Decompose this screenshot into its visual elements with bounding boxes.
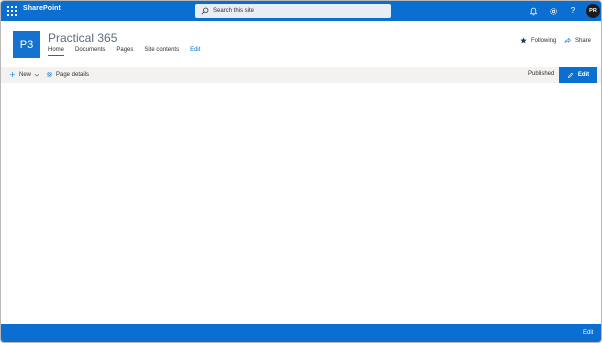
share-icon [564,38,571,43]
bell-icon[interactable] [527,5,539,17]
bottom-bar: Edit [1,324,601,342]
star-icon [520,37,527,44]
nav-item-documents[interactable]: Documents [75,46,105,58]
nav-item-home[interactable]: Home [48,46,65,58]
bottom-edit-link[interactable]: Edit [583,330,593,336]
page-frame: SharePoint Search this site ? PR P3 Prac… [0,0,602,343]
site-title[interactable]: Practical 365 [48,31,117,45]
gear-icon[interactable] [547,5,559,17]
new-button[interactable]: New [9,71,43,78]
gear-icon [46,71,53,78]
share-label: Share [575,37,592,44]
help-icon[interactable]: ? [567,5,579,17]
page-canvas [1,83,601,324]
nav-item-pages[interactable]: Pages [116,46,133,58]
user-avatar[interactable]: PR [586,4,600,18]
page-details-label: Page details [56,71,90,78]
page-details-button[interactable]: Page details [46,71,89,78]
nav-edit-link[interactable]: Edit [190,46,200,58]
command-bar: New Page details Published [1,67,601,83]
following-button[interactable]: Following [520,37,556,44]
app-brand-link[interactable]: SharePoint [23,5,61,12]
edit-page-button[interactable]: Edit [559,67,597,83]
search-icon [201,7,209,15]
search-placeholder: Search this site [213,8,255,14]
status-published: Published [528,71,555,77]
edit-label: Edit [577,72,590,78]
app-launcher-icon[interactable] [7,6,17,16]
plus-icon [9,71,16,78]
chevron-down-icon [34,73,40,77]
suite-bar: SharePoint Search this site ? PR [1,1,601,21]
pencil-icon [567,72,573,78]
share-button[interactable]: Share [564,37,591,44]
new-label: New [19,71,32,78]
site-navigation: Home Documents Pages Site contents Edit [48,46,211,58]
search-box[interactable]: Search this site [195,4,391,18]
nav-item-site-contents[interactable]: Site contents [144,46,179,58]
following-label: Following [531,37,557,44]
site-logo[interactable]: P3 [13,31,40,58]
